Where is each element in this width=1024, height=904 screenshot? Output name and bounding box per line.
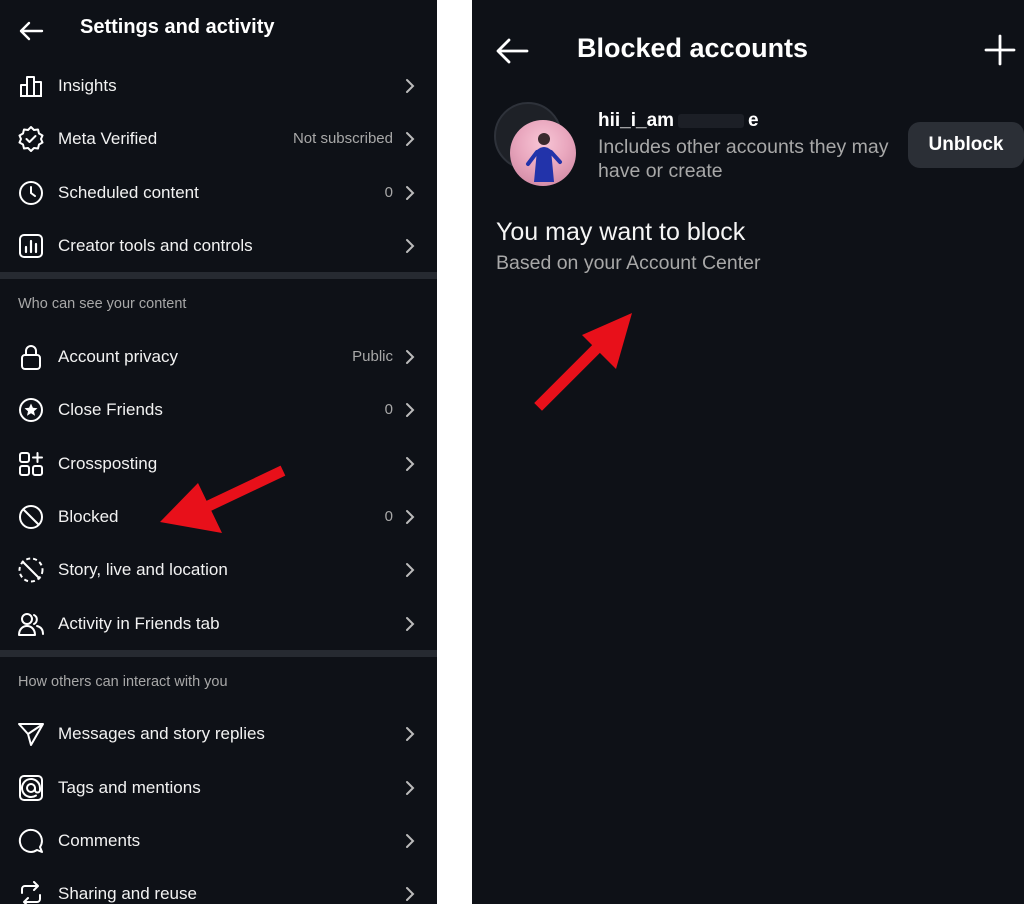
story-icon: [16, 555, 46, 585]
chevron-right-icon: [406, 131, 415, 146]
section-divider: [0, 272, 437, 279]
friends-icon: [16, 609, 46, 639]
settings-item-label: Comments: [58, 830, 141, 850]
blocked-account-username[interactable]: hii_i_am e: [598, 110, 759, 132]
settings-header: Settings and activity: [0, 0, 437, 60]
chevron-right-icon: [406, 509, 415, 524]
blocked-accounts-panel: Blocked accounts hii_i_am e Includes othe…: [472, 0, 1024, 904]
settings-item-label: Insights: [58, 75, 117, 95]
creator-tools-icon: [16, 231, 46, 261]
section-header: Who can see your content: [18, 296, 187, 312]
settings-item-value: Not subscribed: [292, 130, 393, 147]
settings-item-insights[interactable]: Insights: [0, 59, 437, 112]
avatar-photo: [510, 120, 576, 186]
settings-item-label: Crossposting: [58, 453, 158, 473]
settings-item-label: Scheduled content: [58, 182, 199, 202]
settings-item-label: Activity in Friends tab: [58, 613, 220, 633]
settings-item-meta-verified[interactable]: Meta Verified Not subscribed: [0, 112, 437, 165]
suggest-title: You may want to block: [496, 218, 746, 246]
settings-item-label: Account privacy: [58, 346, 178, 366]
settings-item-sharing-reuse[interactable]: Sharing and reuse: [0, 867, 437, 904]
settings-item-value: 0: [384, 401, 393, 418]
section-header: How others can interact with you: [18, 674, 228, 690]
settings-item-messages[interactable]: Messages and story replies: [0, 707, 437, 760]
settings-item-label: Creator tools and controls: [58, 235, 253, 255]
share-icon: [16, 879, 46, 904]
chevron-right-icon: [406, 185, 415, 200]
chevron-right-icon: [406, 349, 415, 364]
crossposting-icon: [16, 449, 46, 479]
settings-item-comments[interactable]: Comments: [0, 814, 437, 867]
annotation-arrow-icon: [534, 313, 632, 411]
settings-item-tags-mentions[interactable]: Tags and mentions: [0, 761, 437, 814]
settings-item-close-friends[interactable]: Close Friends 0: [0, 383, 437, 436]
settings-item-label: Meta Verified: [58, 128, 158, 148]
chevron-right-icon: [406, 833, 415, 848]
section-divider: [0, 650, 437, 657]
panel-separator: [437, 0, 472, 904]
settings-item-value: Public: [352, 348, 393, 365]
chevron-right-icon: [406, 886, 415, 901]
page-title: Settings and activity: [80, 16, 275, 38]
settings-item-label: Tags and mentions: [58, 777, 201, 797]
blocked-icon: [16, 502, 46, 532]
settings-item-activity-friends[interactable]: Activity in Friends tab: [0, 597, 437, 650]
chevron-right-icon: [406, 780, 415, 795]
settings-item-label: Messages and story replies: [58, 723, 265, 743]
chevron-right-icon: [406, 238, 415, 253]
chevron-right-icon: [406, 562, 415, 577]
suggest-subtitle: Based on your Account Center: [496, 252, 761, 274]
add-icon[interactable]: [984, 34, 1016, 66]
redacted-text: [678, 113, 745, 128]
star-icon: [16, 395, 46, 425]
settings-item-creator-tools[interactable]: Creator tools and controls: [0, 219, 437, 272]
verified-badge-icon: [16, 124, 46, 154]
settings-item-account-privacy[interactable]: Account privacy Public: [0, 330, 437, 383]
annotation-arrow-icon: [160, 465, 286, 533]
back-arrow-icon[interactable]: [16, 16, 46, 46]
blocked-account-subtitle: Includes other accounts they may have or…: [598, 136, 889, 182]
settings-item-story-live-location[interactable]: Story, live and location: [0, 543, 437, 596]
page-title: Blocked accounts: [577, 33, 809, 63]
unblock-button[interactable]: Unblock: [908, 122, 1024, 168]
settings-item-label: Sharing and reuse: [58, 883, 197, 903]
settings-panel: Settings and activity Insights Meta Veri…: [0, 0, 437, 904]
settings-item-value: 0: [384, 184, 393, 201]
settings-item-value: 0: [384, 508, 393, 525]
chevron-right-icon: [406, 726, 415, 741]
chevron-right-icon: [406, 616, 415, 631]
avatar[interactable]: [494, 102, 578, 186]
settings-item-label: Close Friends: [58, 399, 163, 419]
clock-icon: [16, 178, 46, 208]
chevron-right-icon: [406, 78, 415, 93]
back-arrow-icon[interactable]: [494, 34, 530, 68]
comment-icon: [16, 826, 46, 856]
messages-icon: [16, 719, 46, 749]
settings-item-label: Blocked: [58, 506, 119, 526]
chevron-right-icon: [406, 402, 415, 417]
settings-item-scheduled-content[interactable]: Scheduled content 0: [0, 166, 437, 219]
insights-icon: [16, 71, 46, 101]
chevron-right-icon: [406, 456, 415, 471]
at-icon: [16, 773, 46, 803]
lock-icon: [16, 342, 46, 372]
settings-item-label: Story, live and location: [58, 559, 228, 579]
